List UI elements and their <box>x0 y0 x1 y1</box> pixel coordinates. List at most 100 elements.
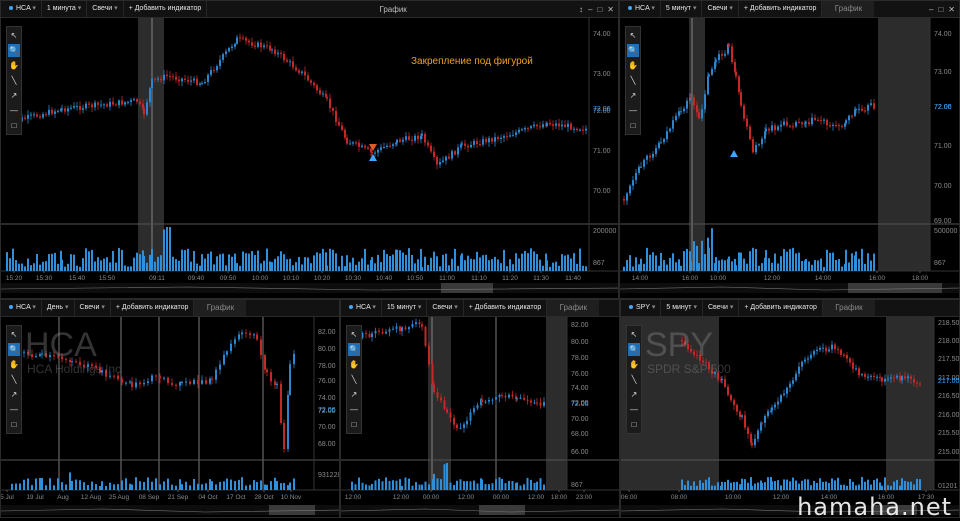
candle-body <box>543 402 545 406</box>
volume-bar <box>543 484 545 490</box>
zoom-icon[interactable]: 🔍 <box>627 44 639 57</box>
line-tool-icon[interactable]: ╲ <box>628 373 640 386</box>
arrow-tool-icon[interactable]: ↗ <box>628 388 640 401</box>
line-tool-icon[interactable]: ╲ <box>348 373 360 386</box>
select-arrow-icon[interactable]: ↖ <box>8 29 20 42</box>
candle-body <box>858 368 860 376</box>
candle-body <box>276 383 278 386</box>
candle-body <box>523 397 525 400</box>
chart-canvas[interactable]: 74.0073.0072.0071.0070.0069.0072.0650000… <box>620 1 960 299</box>
navigator-thumb[interactable] <box>848 283 942 293</box>
volume-bar <box>567 254 569 271</box>
zoom-icon[interactable]: 🔍 <box>8 44 20 57</box>
line-tool-icon[interactable]: ╲ <box>627 74 639 87</box>
arrow-tool-icon[interactable]: ↗ <box>8 388 20 401</box>
line-tool-icon[interactable]: ╲ <box>8 74 20 87</box>
volume-bar <box>445 253 447 271</box>
candle-body <box>341 125 343 130</box>
volume-bar <box>179 479 181 490</box>
candle-body <box>424 326 427 346</box>
candle-body <box>849 358 851 363</box>
volume-bar <box>841 266 843 271</box>
horizontal-line-icon[interactable]: — <box>628 403 640 416</box>
candle-body <box>506 136 508 138</box>
select-arrow-icon[interactable]: ↖ <box>348 328 360 341</box>
candle-body <box>280 383 282 423</box>
price-tick-label: 217.50 <box>938 356 960 363</box>
chart-panel-hca-15min: HCA15 минутСвечи+ Добавить индикаторГраф… <box>340 299 620 518</box>
arrow-tool-icon[interactable]: ↗ <box>8 89 20 102</box>
candle-body <box>459 427 462 429</box>
time-tick-label: 11:40 <box>565 275 581 282</box>
rectangle-tool-icon[interactable]: □ <box>628 418 640 431</box>
volume-bar <box>843 484 845 490</box>
time-tick-label: 10:00 <box>725 494 742 501</box>
volume-bar <box>473 480 475 490</box>
volume-bar <box>39 477 41 490</box>
volume-bar <box>683 251 685 271</box>
volume-bar <box>125 478 127 490</box>
select-arrow-icon[interactable]: ↖ <box>627 29 639 42</box>
horizontal-line-icon[interactable]: — <box>8 403 20 416</box>
arrow-tool-icon[interactable]: ↗ <box>627 89 639 102</box>
volume-bar <box>117 484 119 490</box>
rectangle-tool-icon[interactable]: □ <box>627 119 639 132</box>
line-tool-icon[interactable]: ╲ <box>8 373 20 386</box>
volume-bar <box>718 260 720 271</box>
chart-canvas[interactable]: 74.0073.0072.0071.0070.0072.062000008671… <box>1 1 619 299</box>
rectangle-tool-icon[interactable]: □ <box>8 418 20 431</box>
candle-body <box>852 362 854 369</box>
candle-body <box>231 46 233 49</box>
volume-bar <box>388 480 391 490</box>
select-arrow-icon[interactable]: ↖ <box>628 328 640 341</box>
hand-pan-icon[interactable]: ✋ <box>628 358 640 371</box>
hand-pan-icon[interactable]: ✋ <box>627 59 639 72</box>
volume-bar <box>632 266 634 271</box>
select-arrow-icon[interactable]: ↖ <box>8 328 20 341</box>
navigator-thumb[interactable] <box>269 505 315 515</box>
candle-body <box>45 114 47 116</box>
candle-body <box>555 123 557 126</box>
rectangle-tool-icon[interactable]: □ <box>8 119 20 132</box>
volume-bar <box>774 481 776 490</box>
volume-bar <box>521 253 523 271</box>
navigator-thumb[interactable] <box>479 505 525 515</box>
volume-bar <box>358 261 360 271</box>
volume-bar <box>746 263 748 271</box>
candle-body <box>125 382 127 384</box>
volume-bar <box>448 265 450 271</box>
hand-pan-icon[interactable]: ✋ <box>8 358 20 371</box>
hand-pan-icon[interactable]: ✋ <box>8 59 20 72</box>
candle-body <box>124 102 126 105</box>
candle-body <box>230 343 232 352</box>
time-tick-label: 17 Oct <box>226 494 245 501</box>
volume-bar <box>147 477 149 490</box>
zoom-icon[interactable]: 🔍 <box>348 343 360 356</box>
hand-pan-icon[interactable]: ✋ <box>348 358 360 371</box>
volume-bar <box>295 262 297 271</box>
arrow-tool-icon[interactable]: ↗ <box>348 388 360 401</box>
volume-bar <box>524 250 526 271</box>
candle-body <box>533 124 535 127</box>
volume-bar <box>101 481 103 490</box>
zoom-icon[interactable]: 🔍 <box>628 343 640 356</box>
volume-bar <box>526 477 529 490</box>
horizontal-line-icon[interactable]: — <box>348 403 360 416</box>
zoom-icon[interactable]: 🔍 <box>8 343 20 356</box>
rectangle-tool-icon[interactable]: □ <box>348 418 360 431</box>
candle-body <box>731 46 733 63</box>
price-tick-label: 71.00 <box>934 143 952 150</box>
candle-body <box>298 70 300 73</box>
candle-body <box>196 78 198 85</box>
horizontal-line-icon[interactable]: — <box>627 104 639 117</box>
symbol-watermark: SPY <box>645 326 714 364</box>
horizontal-line-icon[interactable]: — <box>8 104 20 117</box>
candle-body <box>67 108 69 112</box>
candle-body <box>228 48 230 52</box>
candle-body <box>820 120 822 122</box>
volume-bar <box>223 481 225 490</box>
chart-canvas[interactable]: 82.0080.0078.0076.0074.0072.0070.0068.00… <box>341 300 620 518</box>
candle-body <box>896 375 898 378</box>
candle-body <box>197 379 199 384</box>
navigator-thumb[interactable] <box>441 283 493 293</box>
